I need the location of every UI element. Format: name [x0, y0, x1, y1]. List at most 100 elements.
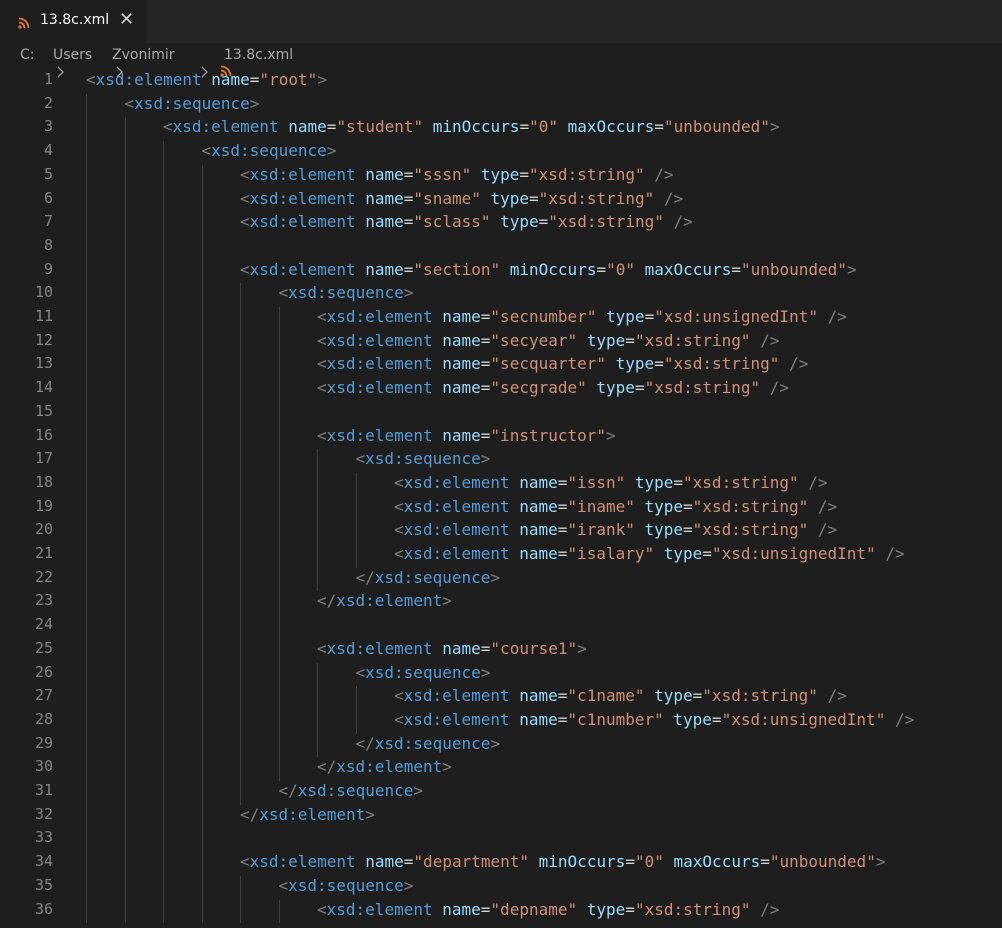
- code-token: "irank": [567, 520, 635, 540]
- line-number: 30: [34, 757, 53, 776]
- code-line[interactable]: 2 <xsd:sequence>: [0, 94, 1002, 118]
- code-token: "root": [259, 70, 318, 89]
- breadcrumb-item-file[interactable]: 13.8c.xml: [224, 47, 293, 63]
- code-token: =: [403, 852, 414, 872]
- code-line[interactable]: 31 </xsd:sequence>: [0, 781, 1002, 805]
- code-token: xsd:element: [326, 378, 433, 398]
- code-token: =: [557, 544, 568, 563]
- code-line[interactable]: 22 </xsd:sequence>: [0, 568, 1002, 592]
- code-token: </: [355, 567, 375, 587]
- line-number: 17: [34, 449, 53, 468]
- line-code: <xsd:element name="secquarter" type="xsd…: [317, 354, 808, 373]
- code-editor[interactable]: 1 <xsd:element name="root"> 2 <xsd:sequence…: [0, 69, 1002, 928]
- code-line[interactable]: 35 <xsd:sequence>: [0, 876, 1002, 900]
- breadcrumb-item-zvonimir[interactable]: Zvonimir: [112, 47, 175, 63]
- code-token: "xsd:string": [702, 686, 818, 706]
- code-line[interactable]: 24: [0, 615, 1002, 639]
- code-token: =: [326, 117, 337, 137]
- code-token: >: [769, 117, 780, 137]
- code-token: =: [625, 899, 635, 919]
- code-token: minOccurs: [423, 117, 520, 137]
- code-line[interactable]: 15: [0, 402, 1002, 426]
- code-line[interactable]: 9 <xsd:element name="section" minOccurs="…: [0, 260, 1002, 284]
- breadcrumb: C: Users Zvonimir 13.8c.xml: [0, 43, 1002, 78]
- code-line[interactable]: 19 <xsd:element name="iname" type="xsd:st…: [0, 497, 1002, 521]
- code-token: />: [808, 496, 838, 516]
- code-line[interactable]: 20 <xsd:element name="irank" type="xsd:st…: [0, 520, 1002, 544]
- code-token: =: [625, 852, 635, 872]
- code-token: =: [634, 378, 645, 398]
- code-token: "xsd:string": [548, 212, 664, 232]
- code-line[interactable]: 5 <xsd:element name="sssn" type="xsd:stri…: [0, 165, 1002, 189]
- code-token: =: [557, 472, 568, 492]
- code-token: <: [317, 354, 327, 374]
- code-token: name: [509, 544, 558, 563]
- code-token: xsd:element: [249, 164, 356, 184]
- code-line[interactable]: 6 <xsd:element name="sname" type="xsd:str…: [0, 189, 1002, 213]
- line-number: 27: [34, 686, 53, 705]
- code-token: xsd:element: [403, 544, 510, 563]
- code-line[interactable]: 3 <xsd:element name="student" minOccurs="…: [0, 117, 1002, 141]
- code-line[interactable]: 7 <xsd:element name="sclass" type="xsd:st…: [0, 212, 1002, 236]
- code-line[interactable]: 23 </xsd:element>: [0, 591, 1002, 615]
- code-line[interactable]: 18 <xsd:element name="issn" type="xsd:str…: [0, 473, 1002, 497]
- code-line[interactable]: 17 <xsd:sequence>: [0, 449, 1002, 473]
- code-token: name: [509, 496, 558, 516]
- code-token: =: [403, 188, 414, 208]
- code-line[interactable]: 28 <xsd:element name="c1number" type="xsd…: [0, 710, 1002, 734]
- code-token: minOccurs: [500, 259, 597, 279]
- code-token: "xsd:string": [692, 496, 809, 516]
- code-token: <: [278, 283, 289, 303]
- code-token: <: [394, 520, 404, 540]
- tab-13-8c-xml[interactable]: 13.8c.xml ✕: [0, 0, 146, 43]
- code-line[interactable]: 34 <xsd:element name="department" minOccu…: [0, 852, 1002, 876]
- code-line[interactable]: 33: [0, 828, 1002, 852]
- code-token: xsd:sequence: [374, 567, 491, 587]
- code-line[interactable]: 30 </xsd:element>: [0, 757, 1002, 781]
- breadcrumb-item-drive[interactable]: C:: [20, 47, 35, 63]
- line-number: 28: [34, 709, 53, 728]
- breadcrumb-item-users[interactable]: Users: [53, 47, 92, 63]
- line-number: 18: [34, 472, 53, 491]
- line-number: 31: [34, 781, 53, 799]
- code-token: name: [355, 164, 404, 184]
- code-token: type: [634, 496, 684, 516]
- line-number: 7: [43, 212, 53, 231]
- code-line[interactable]: 25 <xsd:element name="course1">: [0, 639, 1002, 663]
- code-line[interactable]: 16 <xsd:element name="instructor">: [0, 426, 1002, 450]
- code-token: xsd:element: [249, 259, 356, 279]
- line-number: 1: [43, 70, 53, 88]
- code-token: <: [278, 875, 289, 895]
- code-line[interactable]: 11 <xsd:element name="secnumber" type="xs…: [0, 307, 1002, 331]
- code-token: xsd:element: [172, 117, 279, 137]
- code-token: >: [249, 93, 260, 113]
- code-line[interactable]: 10 <xsd:sequence>: [0, 283, 1002, 307]
- code-line[interactable]: 8: [0, 236, 1002, 260]
- code-token: type: [471, 164, 520, 184]
- code-token: xsd:element: [403, 520, 510, 540]
- code-token: name: [432, 425, 481, 445]
- line-code: <xsd:element name="student" minOccurs="0…: [163, 117, 780, 136]
- code-line[interactable]: 27 <xsd:element name="c1name" type="xsd:s…: [0, 686, 1002, 710]
- line-number: 8: [43, 235, 53, 254]
- code-line[interactable]: 29 </xsd:sequence>: [0, 734, 1002, 758]
- line-number: 22: [34, 567, 53, 586]
- code-line[interactable]: 4 <xsd:sequence>: [0, 141, 1002, 165]
- code-token: =: [557, 709, 568, 729]
- line-code: </xsd:sequence>: [356, 734, 501, 753]
- code-line[interactable]: 21 <xsd:element name="isalary" type="xsd:…: [0, 544, 1002, 568]
- close-icon[interactable]: ✕: [119, 10, 134, 30]
- code-line[interactable]: 1 <xsd:element name="root">: [0, 70, 1002, 94]
- code-line[interactable]: 26 <xsd:sequence>: [0, 663, 1002, 687]
- line-code: <xsd:element name="depname" type="xsd:st…: [317, 900, 779, 919]
- code-line[interactable]: 36 <xsd:element name="depname" type="xsd:…: [0, 900, 1002, 924]
- code-line[interactable]: 14 <xsd:element name="secgrade" type="xsd…: [0, 378, 1002, 402]
- code-token: =: [480, 638, 491, 658]
- code-token: >: [846, 259, 857, 279]
- code-token: "0": [529, 117, 558, 137]
- code-line[interactable]: 12 <xsd:element name="secyear" type="xsd:…: [0, 331, 1002, 355]
- code-token: maxOccurs: [663, 852, 761, 872]
- code-line[interactable]: 32 </xsd:element>: [0, 805, 1002, 829]
- code-line[interactable]: 13 <xsd:element name="secquarter" type="x…: [0, 354, 1002, 378]
- line-number: 32: [34, 804, 53, 823]
